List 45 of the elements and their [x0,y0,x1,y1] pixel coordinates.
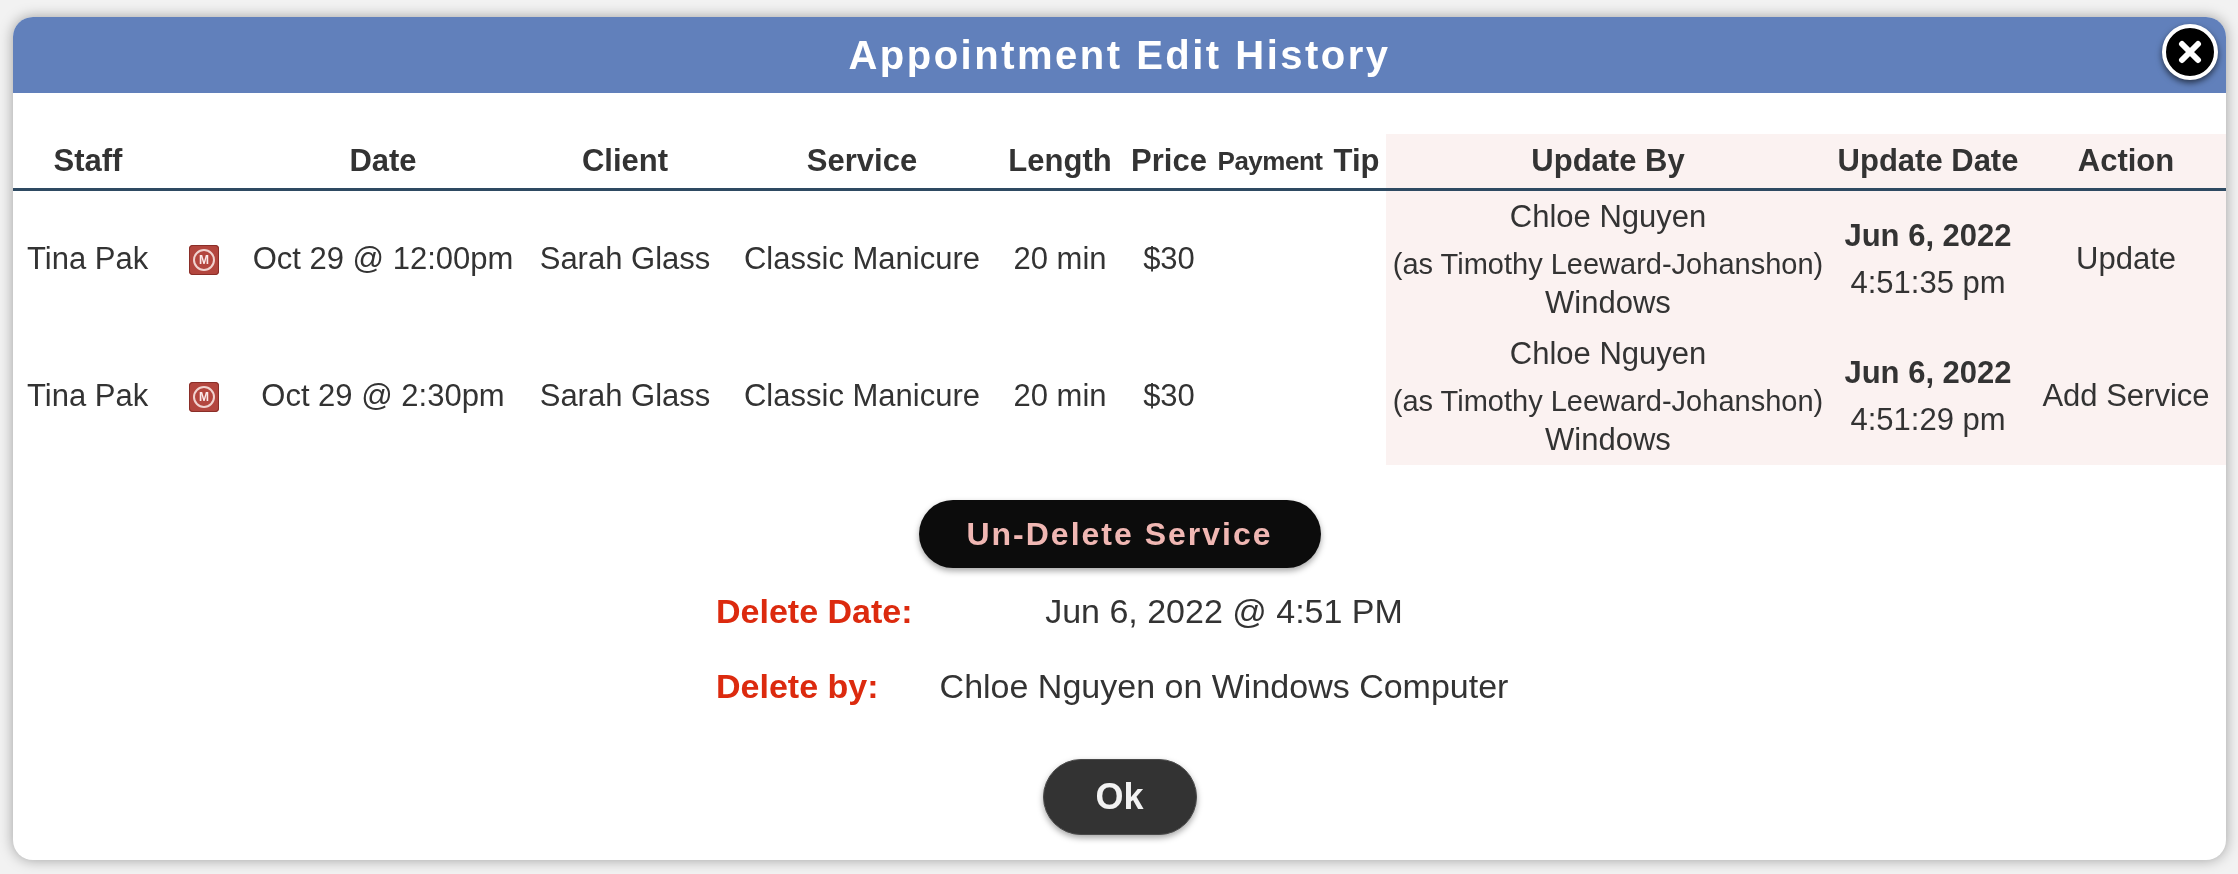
editor-name: Chloe Nguyen [1509,334,1707,373]
column-header: Staff [53,141,123,180]
duration-text: 20 min [1013,377,1107,416]
client-name: Sarah Glass [539,377,711,416]
letter-badge: M [189,381,219,412]
service-name: Classic Manicure [744,240,980,279]
column-header: Price [1131,141,1207,180]
column-header: Action [2026,134,2226,188]
price-text: $30 [1143,240,1195,279]
editor-name: Chloe Nguyen [1509,197,1707,236]
column-header: Tip [1333,141,1380,180]
service-name: Classic Manicure [744,377,980,416]
field-label: Delete by: [716,665,879,707]
update-time: 4:51:35 pm [1850,264,2006,302]
staff-name: Tina Pak [27,377,149,416]
ok-button[interactable]: Ok [1042,759,1197,835]
column-header: Date [349,141,417,180]
update-date: Jun 6, 2022 [1844,217,2012,255]
column-header: Payment [1217,144,1323,178]
device-name: Windows [1545,420,1671,459]
impersonation-note: (as Timothy Leeward-Johanshon) [1392,246,1824,282]
staff-name: Tina Pak [27,240,149,279]
appointment-time: Oct 29 @ 2:30pm [261,377,505,416]
close-icon [2178,40,2202,64]
field-value: Chloe Nguyen on Windows Computer [939,665,1509,707]
device-name: Windows [1545,283,1671,322]
client-name: Sarah Glass [539,240,711,279]
letter-badge: M [189,244,219,275]
action-name: Add Service [2026,328,2226,465]
column-header: Length [1008,141,1112,180]
action-name: Update [2026,191,2226,328]
appointment-time: Oct 29 @ 12:00pm [252,240,514,279]
impersonation-note: (as Timothy Leeward-Johanshon) [1392,383,1824,419]
update-time: 4:51:29 pm [1850,401,2006,439]
update-date: Jun 6, 2022 [1844,354,2012,392]
column-header: Client [581,141,669,180]
column-header: Update By [1386,134,1830,188]
field-value: Jun 6, 2022 @ 4:51 PM [1045,590,1403,632]
undelete-button[interactable]: Un-Delete Service [918,500,1321,568]
duration-text: 20 min [1013,240,1107,279]
price-text: $30 [1143,377,1195,416]
dialog-title: Appointment Edit History [848,32,1391,79]
field-label: Delete Date: [716,590,913,632]
column-header: Service [806,141,918,180]
column-header: Update Date [1830,134,2026,188]
